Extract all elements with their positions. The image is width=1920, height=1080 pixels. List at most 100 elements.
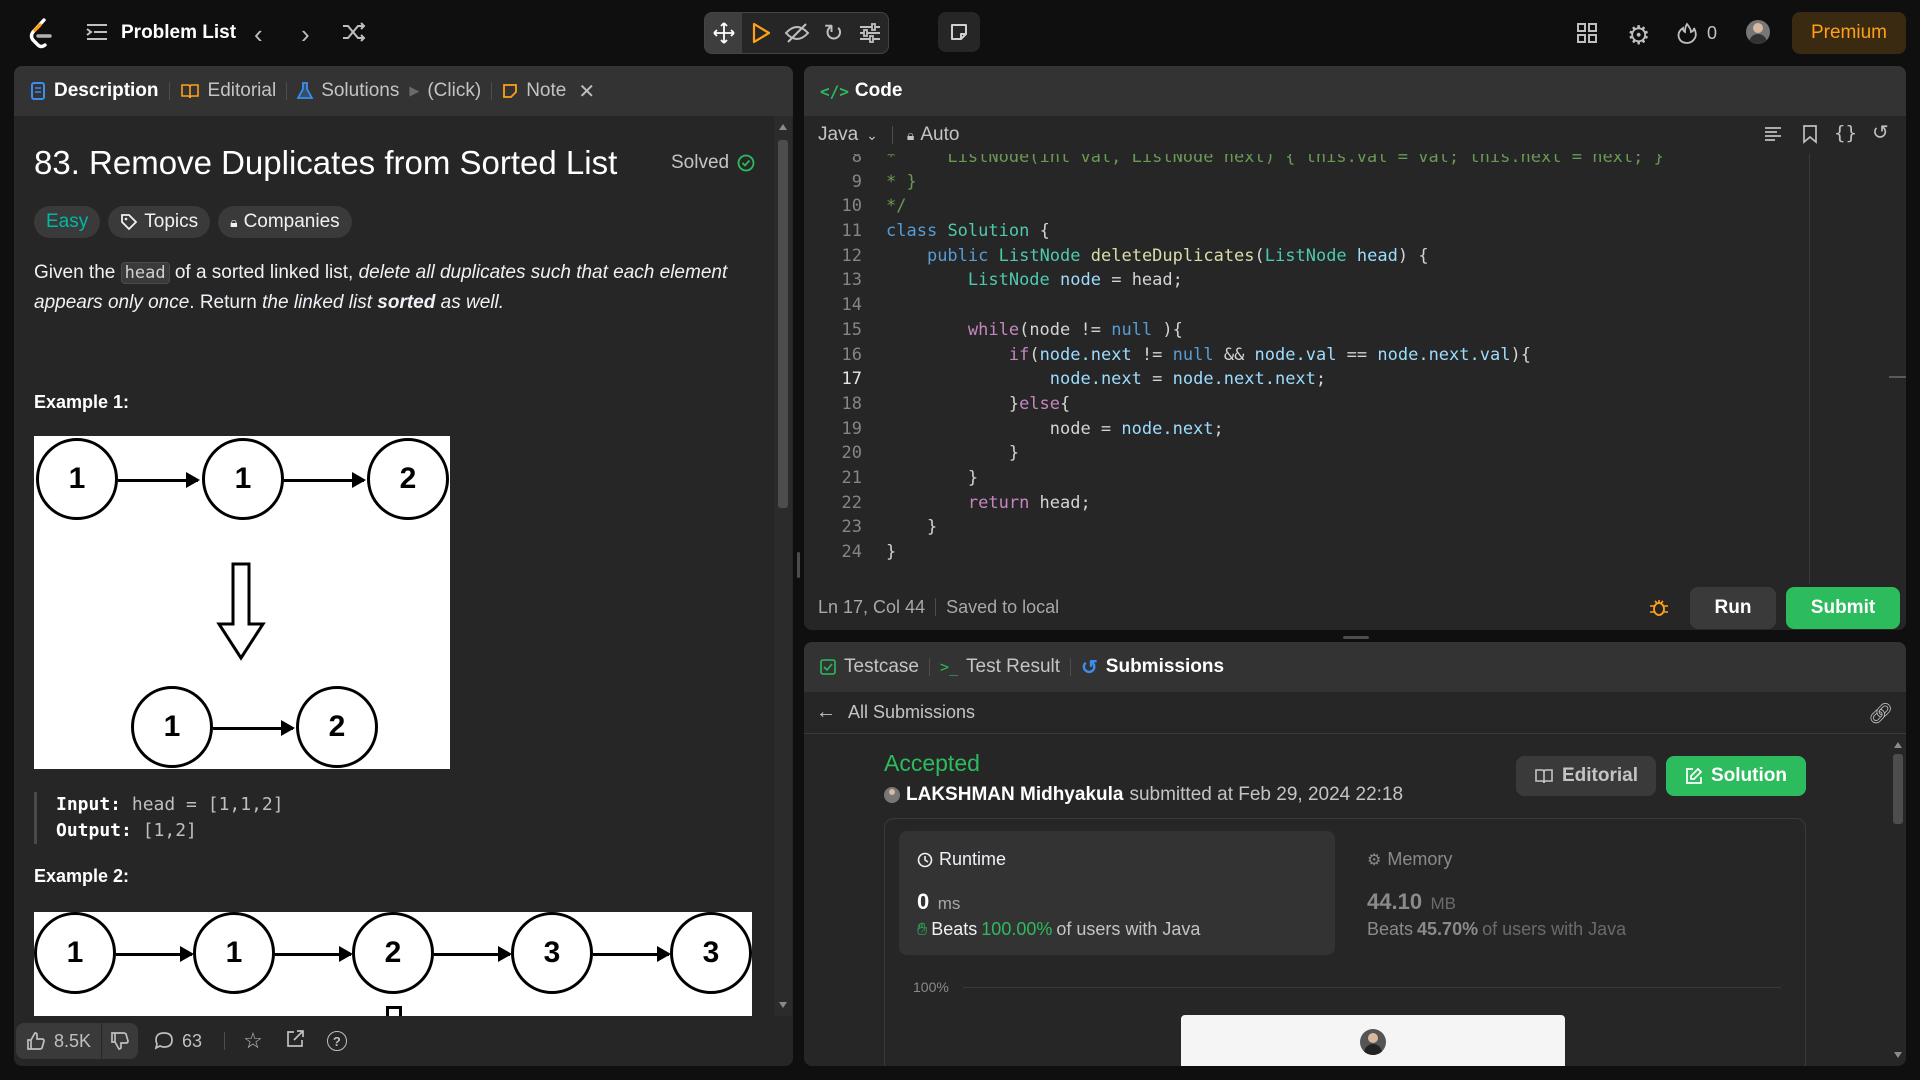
chart-bar[interactable] bbox=[1181, 1015, 1565, 1066]
reset-icon[interactable]: ↻ bbox=[815, 19, 851, 48]
scroll-thumb[interactable] bbox=[1893, 754, 1903, 824]
memory-beats: Beats 45.70% of users with Java bbox=[1367, 919, 1627, 939]
submission-panel: Testcase >_ Test Result ↺ Submissions ← … bbox=[804, 642, 1906, 1066]
editorial-button[interactable]: Editorial bbox=[1516, 756, 1656, 796]
history-icon: ↺ bbox=[1081, 656, 1098, 679]
example-2-diagram: 1 1 2 3 3 bbox=[34, 912, 752, 1018]
auto-mode[interactable]: 🔒︎ Auto bbox=[907, 124, 960, 146]
premium-label: Premium bbox=[1810, 22, 1887, 43]
share-icon[interactable] bbox=[285, 1029, 305, 1054]
scroll-down-icon[interactable] bbox=[1894, 1052, 1902, 1058]
leetcode-logo-icon[interactable] bbox=[26, 17, 56, 49]
scroll-up-icon[interactable] bbox=[779, 124, 787, 130]
runtime-beats: ✋︎ Beats 100.00% of users with Java bbox=[917, 919, 1201, 939]
streak-fire-icon[interactable] bbox=[1677, 22, 1697, 44]
editor-scrollbar[interactable] bbox=[1889, 154, 1906, 584]
solution-button[interactable]: Solution bbox=[1666, 756, 1806, 796]
like-button[interactable]: 8.5K bbox=[16, 1023, 102, 1059]
code-panel: </> Code Java ⌄ 🔒︎ Auto {} ↺ 8 * ListNode… bbox=[804, 66, 1906, 630]
vertical-resize-handle[interactable] bbox=[797, 552, 800, 578]
drag-handle-icon[interactable] bbox=[705, 13, 743, 53]
tab-solutions[interactable]: Solutions bbox=[287, 80, 409, 102]
description-scrollbar[interactable] bbox=[774, 116, 792, 1016]
layout-grid-icon[interactable] bbox=[1576, 22, 1598, 44]
star-icon[interactable]: ☆ bbox=[243, 1028, 263, 1054]
code-line: 15 while(node != null ){ bbox=[841, 319, 1183, 340]
chart-tick-label: 100% bbox=[913, 979, 949, 995]
list-node: 1 bbox=[193, 912, 275, 994]
scroll-down-icon[interactable] bbox=[779, 1002, 787, 1008]
chevron-left-icon[interactable]: ‹ bbox=[254, 19, 263, 50]
tab-testcase[interactable]: Testcase bbox=[810, 656, 929, 678]
problem-title: 83. Remove Duplicates from Sorted List bbox=[34, 144, 618, 181]
tab-test-result[interactable]: >_ Test Result bbox=[930, 656, 1070, 678]
comments-button[interactable]: 63 bbox=[154, 1031, 202, 1052]
topics-button[interactable]: Topics bbox=[108, 206, 211, 238]
indent-guide bbox=[1809, 154, 1810, 584]
runtime-card[interactable]: Runtime 0 ms ✋︎ Beats 100.00% of users w… bbox=[899, 831, 1335, 955]
horizontal-resize-handle[interactable] bbox=[1343, 636, 1369, 639]
submission-detail: Accepted LAKSHMAN Midhyakula submitted a… bbox=[804, 734, 1889, 1066]
problem-list-label[interactable]: Problem List bbox=[121, 22, 236, 44]
back-arrow-icon[interactable]: ← bbox=[816, 701, 836, 724]
list-node: 1 bbox=[34, 912, 116, 994]
tab-note[interactable]: Note ✕ bbox=[492, 79, 605, 104]
document-icon bbox=[31, 82, 45, 100]
debug-icon[interactable] bbox=[1648, 596, 1670, 623]
user-name[interactable]: LAKSHMAN Midhyakula bbox=[906, 784, 1123, 806]
scroll-marker bbox=[1889, 376, 1906, 378]
premium-button[interactable]: Premium bbox=[1792, 12, 1906, 54]
reset-icon[interactable]: ↺ bbox=[1872, 120, 1889, 145]
memory-value: 44.10 MB bbox=[1367, 889, 1457, 914]
problem-list-icon[interactable] bbox=[86, 22, 108, 42]
dislike-button[interactable] bbox=[101, 1023, 139, 1059]
submission-scrollbar[interactable] bbox=[1889, 734, 1906, 1066]
tab-editorial[interactable]: Editorial bbox=[170, 80, 287, 102]
code-editor[interactable]: 8 * ListNode(int val, ListNode next) { th… bbox=[804, 154, 1889, 584]
memory-card[interactable]: ⚙ Memory 44.10 MB Beats 45.70% of users … bbox=[1349, 831, 1789, 955]
submit-button[interactable]: Submit bbox=[1786, 587, 1900, 629]
help-icon[interactable]: ? bbox=[326, 1031, 347, 1051]
tab-submissions[interactable]: ↺ Submissions bbox=[1071, 655, 1234, 680]
flask-icon bbox=[297, 82, 314, 99]
code-line: 10 */ bbox=[841, 196, 907, 217]
chevron-right-icon[interactable]: › bbox=[301, 19, 310, 50]
tag-row: Easy Topics 🔒︎ Companies bbox=[34, 206, 352, 238]
clock-icon bbox=[917, 852, 933, 867]
run-button[interactable]: Run bbox=[1690, 587, 1776, 629]
accepted-status: Accepted bbox=[884, 750, 980, 776]
chevron-down-icon: ⌄ bbox=[866, 126, 878, 143]
notes-button[interactable] bbox=[938, 12, 980, 52]
format-icon[interactable] bbox=[1764, 125, 1782, 149]
code-line: 14 bbox=[841, 295, 862, 316]
arrow bbox=[213, 720, 295, 736]
avatar[interactable] bbox=[884, 787, 900, 803]
scroll-thumb[interactable] bbox=[778, 140, 788, 508]
tab-click[interactable]: ▶ (Click) bbox=[409, 80, 491, 102]
note-icon bbox=[951, 24, 967, 40]
shuffle-icon[interactable] bbox=[342, 21, 366, 43]
list-node: 2 bbox=[352, 912, 434, 994]
tab-description[interactable]: Description bbox=[20, 80, 169, 102]
avatar[interactable] bbox=[1746, 20, 1770, 44]
braces-icon[interactable]: {} bbox=[1834, 122, 1857, 144]
code-line: 19 node = node.next; bbox=[841, 418, 1224, 439]
play-small-icon: ▶ bbox=[409, 83, 420, 98]
companies-button[interactable]: 🔒︎ Companies bbox=[218, 206, 352, 238]
hide-icon[interactable] bbox=[779, 22, 815, 44]
list-node: 2 bbox=[296, 686, 378, 768]
scroll-up-icon[interactable] bbox=[1894, 742, 1902, 748]
run-icon[interactable] bbox=[742, 22, 778, 44]
all-submissions-link[interactable]: All Submissions bbox=[848, 702, 975, 723]
settings-sliders-icon[interactable] bbox=[852, 23, 888, 43]
language-select[interactable]: Java ⌄ bbox=[818, 124, 878, 146]
bookmark-icon[interactable] bbox=[1802, 124, 1818, 150]
list-node: 3 bbox=[670, 912, 752, 994]
code-panel-title: Code bbox=[854, 80, 903, 101]
list-node: 2 bbox=[367, 438, 449, 520]
close-icon[interactable]: ✕ bbox=[578, 79, 595, 104]
link-icon[interactable]: 🔗︎ bbox=[1868, 701, 1893, 726]
book-icon bbox=[180, 84, 199, 99]
stats-card: Runtime 0 ms ✋︎ Beats 100.00% of users w… bbox=[884, 818, 1806, 1066]
gear-icon[interactable]: ⚙ bbox=[1627, 20, 1650, 51]
